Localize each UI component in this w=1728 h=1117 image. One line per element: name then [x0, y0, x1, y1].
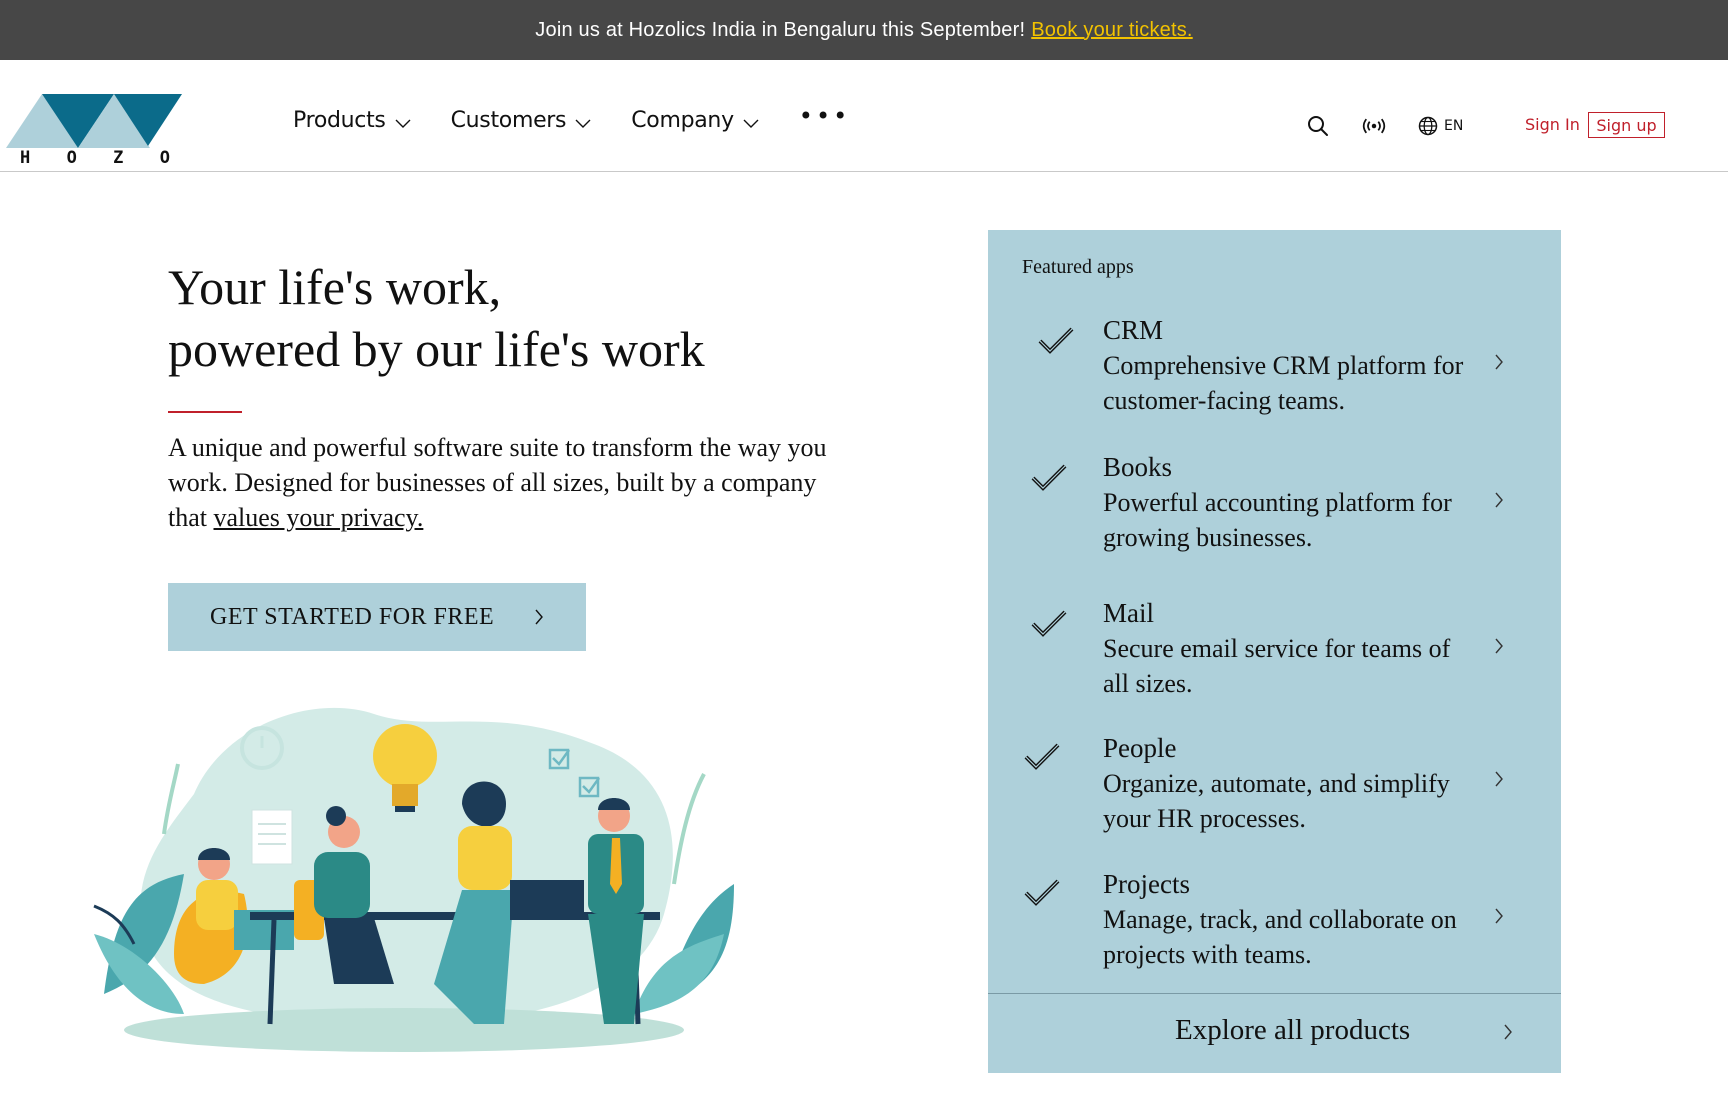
- logo-letter: Z: [113, 148, 124, 168]
- app-item-mail[interactable]: Mail Secure email service for teams of a…: [988, 596, 1561, 716]
- checkmark-icon: [1024, 743, 1060, 770]
- logo-wordmark: H O Z O: [20, 148, 170, 168]
- app-name: Mail: [1103, 598, 1154, 628]
- main-nav: Products Customers Company •••: [293, 102, 850, 134]
- app-name: Books: [1103, 452, 1173, 482]
- hero-description: A unique and powerful software suite to …: [168, 430, 828, 535]
- app-description: Comprehensive CRM platform for customer-…: [1103, 351, 1464, 415]
- more-menu-button[interactable]: •••: [799, 102, 850, 130]
- checkmark-icon: [1024, 879, 1060, 906]
- checkmark-icon: [1038, 327, 1074, 354]
- nav-products-label: Products: [293, 108, 386, 133]
- logo-letter: H: [20, 148, 31, 168]
- language-selector[interactable]: EN: [1418, 116, 1463, 136]
- app-name: Projects: [1103, 869, 1190, 899]
- app-name: CRM: [1103, 315, 1164, 345]
- chevron-right-icon: [1504, 1024, 1512, 1040]
- language-label: EN: [1444, 118, 1464, 134]
- sign-up-button[interactable]: Sign up: [1588, 112, 1665, 138]
- broadcast-icon[interactable]: [1362, 114, 1386, 138]
- checkmark-icon: [1031, 464, 1067, 491]
- nav-customers-label: Customers: [450, 108, 567, 133]
- app-item-people[interactable]: People Organize, automate, and simplify …: [988, 731, 1561, 851]
- site-header: H O Z O Products Customers Company ••• E…: [0, 60, 1728, 172]
- chevron-right-icon: [1495, 354, 1503, 370]
- chevron-right-icon: [1495, 771, 1503, 787]
- nav-products[interactable]: Products: [293, 108, 411, 133]
- explore-label: Explore all products: [1175, 1014, 1411, 1046]
- app-description: Secure email service for teams of all si…: [1103, 634, 1451, 698]
- app-name: People: [1103, 733, 1177, 763]
- announcement-text: Join us at Hozolics India in Bengaluru t…: [535, 18, 1026, 41]
- explore-all-products-link[interactable]: Explore all products: [988, 994, 1561, 1073]
- nav-company[interactable]: Company: [631, 108, 759, 133]
- announcement-bar: Join us at Hozolics India in Bengaluru t…: [0, 0, 1728, 60]
- privacy-link[interactable]: values your privacy.: [214, 503, 424, 532]
- hero-divider: [168, 411, 242, 413]
- chevron-right-icon: [1495, 492, 1503, 508]
- get-started-button[interactable]: GET STARTED FOR FREE: [168, 583, 586, 651]
- chevron-down-icon: [743, 119, 759, 128]
- checkmark-icon: [1031, 610, 1067, 637]
- chevron-right-icon: [535, 609, 544, 625]
- nav-customers[interactable]: Customers: [451, 108, 592, 133]
- hero-title-line1: Your life's work,: [168, 259, 502, 315]
- app-item-books[interactable]: Books Powerful accounting platform for g…: [988, 450, 1561, 570]
- app-description: Manage, track, and collaborate on projec…: [1103, 905, 1457, 969]
- logo-mark: [6, 94, 182, 148]
- globe-icon: [1418, 116, 1438, 136]
- logo-letter: O: [159, 148, 170, 168]
- app-item-projects[interactable]: Projects Manage, track, and collaborate …: [988, 867, 1561, 987]
- chevron-right-icon: [1495, 638, 1503, 654]
- app-description: Organize, automate, and simplify your HR…: [1103, 769, 1450, 833]
- chevron-down-icon: [575, 119, 591, 128]
- featured-apps-panel: Featured apps CRM Comprehensive CRM plat…: [988, 230, 1561, 1073]
- hero-title: Your life's work, powered by our life's …: [168, 256, 868, 380]
- header-tools: EN: [1306, 114, 1463, 138]
- chevron-down-icon: [395, 119, 411, 128]
- featured-apps-title: Featured apps: [1022, 256, 1134, 278]
- app-item-crm[interactable]: CRM Comprehensive CRM platform for custo…: [988, 313, 1561, 433]
- search-icon[interactable]: [1306, 114, 1330, 138]
- get-started-label: GET STARTED FOR FREE: [210, 603, 495, 630]
- team-illustration: [93, 707, 734, 1052]
- hero-title-line2: powered by our life's work: [168, 321, 705, 377]
- book-tickets-link[interactable]: Book your tickets.: [1031, 19, 1192, 42]
- sign-in-link[interactable]: Sign In: [1525, 115, 1580, 134]
- chevron-right-icon: [1495, 908, 1503, 924]
- nav-company-label: Company: [631, 108, 734, 133]
- app-description: Powerful accounting platform for growing…: [1103, 488, 1452, 552]
- logo-letter: O: [66, 148, 77, 168]
